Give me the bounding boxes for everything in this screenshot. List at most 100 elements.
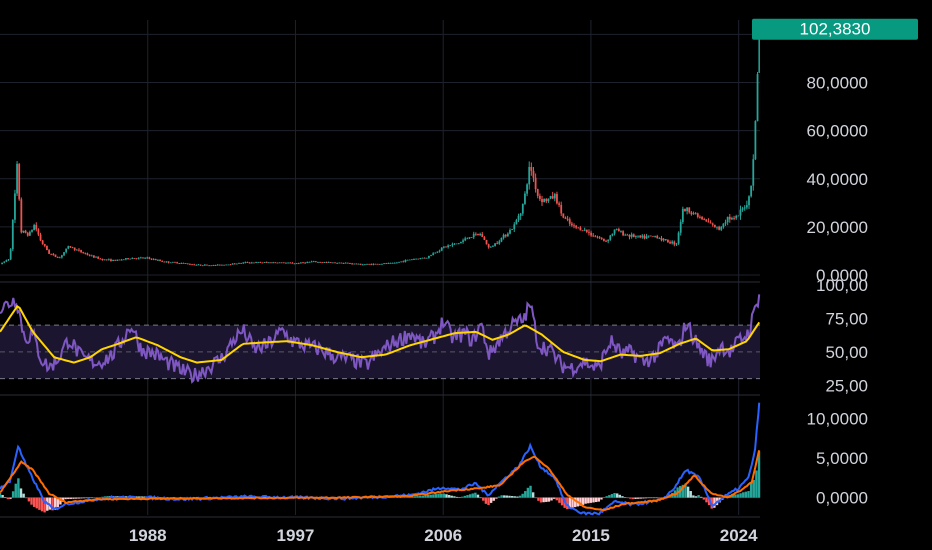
macd-histogram-bar xyxy=(432,494,435,498)
price-candle-body xyxy=(509,229,511,234)
macd-axis-tick-label: 0,0000 xyxy=(816,489,868,508)
price-candle-body xyxy=(417,258,420,260)
macd-histogram-bar xyxy=(655,497,658,499)
macd-histogram-bar xyxy=(587,497,590,504)
price-candle-body xyxy=(11,219,14,250)
macd-histogram-bar xyxy=(9,497,12,499)
price-candle-body xyxy=(41,240,44,245)
price-candle-body xyxy=(216,264,219,266)
price-candle-body xyxy=(154,259,157,261)
macd-histogram-bar xyxy=(77,497,80,499)
price-candle-body xyxy=(617,229,620,232)
macd-histogram-bar xyxy=(98,497,102,498)
macd-histogram-bar xyxy=(547,497,551,502)
price-candle-body xyxy=(1,262,4,265)
price-candle-body xyxy=(250,262,253,264)
macd-histogram-bar xyxy=(744,491,748,498)
price-candle-body xyxy=(297,263,300,265)
macd-histogram-bar xyxy=(686,486,690,498)
macd-histogram-bar xyxy=(463,495,467,498)
price-candle-body xyxy=(112,259,114,262)
macd-histogram-bar xyxy=(468,494,472,498)
price-candle-body xyxy=(498,241,501,244)
price-candle-body xyxy=(494,243,496,246)
price-candle-body xyxy=(114,259,117,261)
price-candle-body xyxy=(139,257,142,259)
price-candle-body xyxy=(180,263,183,264)
price-candle-body xyxy=(560,204,563,214)
price-candle-body xyxy=(641,235,644,238)
price-candle-body xyxy=(690,212,693,215)
macd-histogram-bar xyxy=(534,497,537,499)
macd-histogram-bar xyxy=(621,496,624,498)
macd-y-axis[interactable]: 0,0000 5,0000 10,0000 xyxy=(807,410,868,508)
price-candle-body xyxy=(238,262,240,264)
price-candle-body xyxy=(306,261,309,263)
macd-histogram-bar xyxy=(516,496,519,498)
price-candle-body xyxy=(453,243,456,245)
price-candle-body xyxy=(221,264,223,266)
price-candle-body xyxy=(144,257,147,259)
price-candle-body xyxy=(280,262,283,264)
price-candle-body xyxy=(46,245,48,251)
macd-histogram-bar xyxy=(14,483,17,498)
macd-histogram-bar xyxy=(437,493,440,498)
price-candle-body xyxy=(302,262,304,264)
price-candle-body xyxy=(357,263,360,265)
macd-histogram-bar xyxy=(592,497,595,503)
macd-histogram-bar xyxy=(413,496,417,498)
time-axis-tick-label: 2024 xyxy=(720,526,758,545)
price-candle-body xyxy=(195,264,198,266)
macd-histogram-bar xyxy=(639,497,643,499)
macd-histogram-bar xyxy=(90,497,94,499)
price-candle-body xyxy=(267,262,270,264)
rsi-axis-tick-label: 75,00 xyxy=(825,309,868,328)
price-candle-body xyxy=(255,262,257,263)
price-candle-body xyxy=(24,230,27,233)
price-candle-body xyxy=(344,262,347,264)
price-candle-body xyxy=(186,263,189,265)
price-axis-tick-label: 20,0000 xyxy=(807,218,868,237)
price-candle-body xyxy=(662,239,665,241)
macd-histogram-bar xyxy=(705,497,708,503)
price-candle-body xyxy=(536,189,539,196)
macd-histogram-bar xyxy=(550,497,553,501)
price-candle-body xyxy=(735,216,738,219)
price-candle-body xyxy=(363,264,366,266)
price-candle-body xyxy=(159,259,161,261)
price-candle-body xyxy=(564,217,567,219)
price-candle-body xyxy=(229,264,232,266)
macd-histogram-bar xyxy=(1,494,4,498)
price-candle-body xyxy=(713,224,716,228)
price-candle-body xyxy=(272,262,275,264)
price-candle-body xyxy=(649,235,652,237)
macd-axis-tick-label: 5,0000 xyxy=(816,449,868,468)
price-candle-body xyxy=(573,225,575,227)
price-candle-body xyxy=(349,263,351,264)
price-candle-body xyxy=(694,213,697,215)
macd-histogram-bar xyxy=(11,491,15,498)
macd-histogram-bar xyxy=(521,493,524,498)
macd-histogram-bar xyxy=(626,497,629,499)
price-candle-body xyxy=(331,262,334,264)
price-candle-body xyxy=(329,262,332,263)
price-candle-body xyxy=(630,234,633,237)
price-candle-body xyxy=(246,262,249,263)
price-candle-body xyxy=(150,258,153,260)
price-candle-body xyxy=(334,262,336,264)
macd-histogram-bar xyxy=(610,494,614,498)
price-candle-body xyxy=(366,263,368,265)
macd-histogram-bar xyxy=(27,497,31,502)
price-candle-body xyxy=(259,262,262,263)
macd-histogram-bar xyxy=(442,493,446,498)
price-candle-body xyxy=(120,259,123,261)
price-candle-body xyxy=(26,232,29,236)
macd-histogram-bar xyxy=(600,497,603,500)
price-candle-body xyxy=(592,235,595,237)
price-candle-body xyxy=(581,230,584,232)
price-candle-body xyxy=(201,265,204,267)
macd-histogram-bar xyxy=(67,497,70,500)
price-candle-body xyxy=(408,259,411,261)
price-candle-body xyxy=(289,262,292,264)
macd-histogram-bar xyxy=(739,493,742,498)
